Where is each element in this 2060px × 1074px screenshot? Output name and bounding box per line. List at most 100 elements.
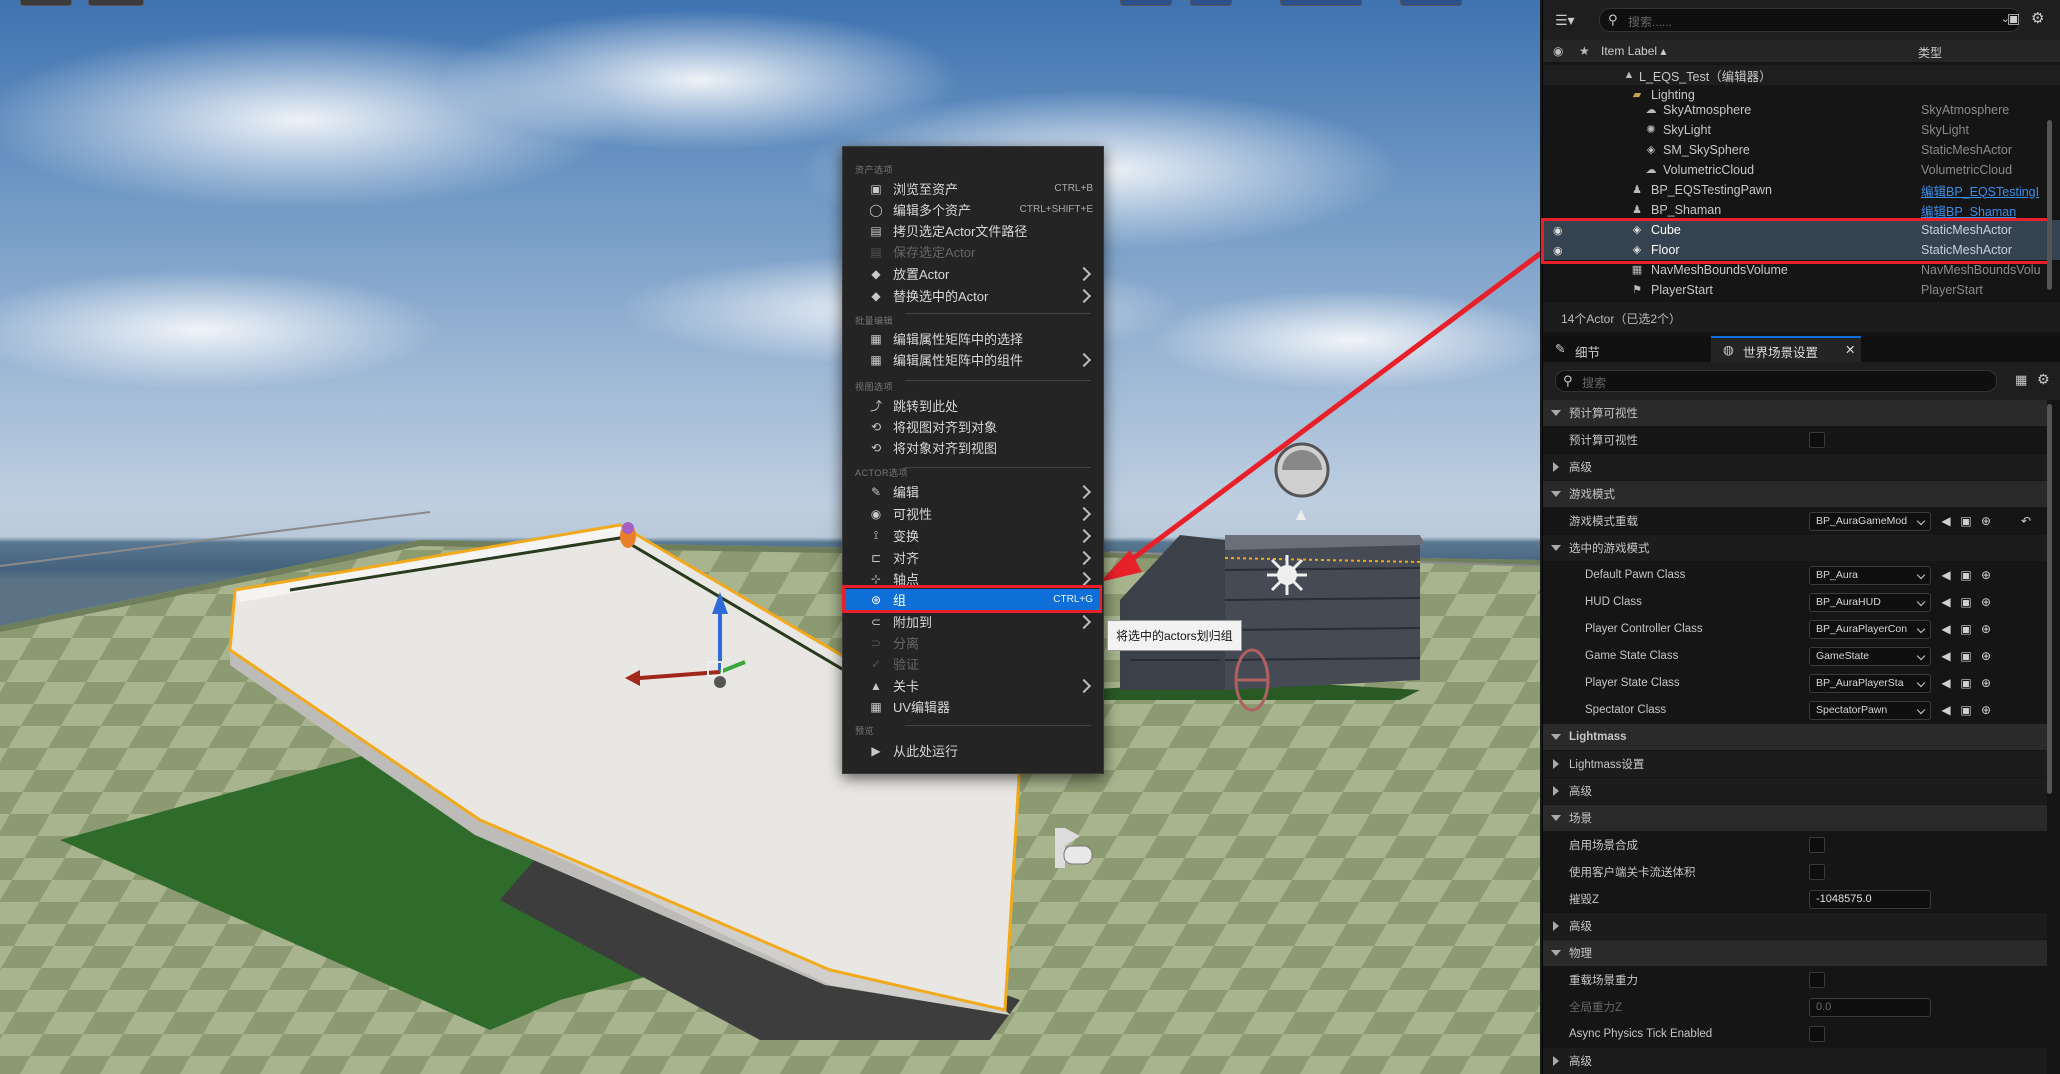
outliner-row-actor[interactable]: ◈ SM_SkySphere StaticMeshActor bbox=[1543, 140, 2060, 160]
use-selected-icon[interactable]: ◀ bbox=[1939, 514, 1953, 528]
section-actor-options: ACTOR选项 bbox=[855, 468, 908, 478]
filter-icon[interactable]: ☰▾ bbox=[1555, 12, 1575, 29]
table-view-icon[interactable]: ▦ bbox=[2015, 372, 2027, 388]
player-state-dropdown[interactable]: BP_AuraPlayerSta bbox=[1809, 673, 1931, 693]
category-game-mode[interactable]: 游戏模式 bbox=[1543, 481, 2047, 507]
level-viewport[interactable]: 资产选项 ▣ 浏览至资产 CTRL+B ◯ 编辑多个资产 CTRL+SHIFT+… bbox=[0, 0, 1540, 1074]
add-icon[interactable]: ⊕ bbox=[1979, 703, 1993, 717]
browse-icon[interactable]: ▣ bbox=[1959, 568, 1973, 582]
outliner-scrollbar[interactable] bbox=[2047, 120, 2052, 290]
use-selected-icon[interactable]: ◀ bbox=[1939, 649, 1953, 663]
subcategory-selected-game-mode[interactable]: 选中的游戏模式 bbox=[1543, 535, 2047, 561]
collapsed-advanced[interactable]: 高级 bbox=[1543, 913, 2047, 939]
outliner-row-actor[interactable]: ♟ BP_Shaman 编辑BP_Shaman bbox=[1543, 200, 2060, 220]
checkbox[interactable] bbox=[1809, 837, 1825, 853]
browse-icon[interactable]: ▣ bbox=[1959, 595, 1973, 609]
outliner-row-actor[interactable]: ⚑ PlayerStart PlayerStart bbox=[1543, 280, 2060, 300]
add-icon[interactable]: ⊕ bbox=[1979, 676, 1993, 690]
add-icon[interactable]: ⊕ bbox=[1979, 595, 1993, 609]
outliner-row-actor[interactable]: ♟ BP_EQSTestingPawn 编辑BP_EQSTestingI bbox=[1543, 180, 2060, 200]
close-icon[interactable]: ✕ bbox=[1845, 342, 1855, 357]
gravity-z-input[interactable]: 0.0 bbox=[1809, 997, 1931, 1017]
tab-world-settings[interactable]: ◍ 世界场景设置 ✕ bbox=[1711, 336, 1861, 362]
visibility-column-icon[interactable]: ◉ bbox=[1553, 44, 1563, 58]
property-game-mode-override: 游戏模式重载 BP_AuraGameMod ◀ ▣ ⊕ ↶ bbox=[1543, 508, 2047, 534]
menu-item-save-actor[interactable]: ▤ 保存选定Actor bbox=[845, 241, 1101, 262]
menu-item-level[interactable]: ▲ 关卡 bbox=[845, 675, 1101, 696]
menu-item-place-actor[interactable]: ◆ 放置Actor bbox=[845, 263, 1101, 284]
browse-icon[interactable]: ▣ bbox=[1959, 676, 1973, 690]
tab-details[interactable]: ✎ 细节 bbox=[1543, 336, 1693, 362]
outliner-row-actor[interactable]: ☁ VolumetricCloud VolumetricCloud bbox=[1543, 160, 2060, 180]
menu-item-validate[interactable]: ✓ 验证 bbox=[845, 653, 1101, 674]
cloud-icon: ☁ bbox=[1645, 164, 1657, 176]
category-world[interactable]: 场景 bbox=[1543, 805, 2047, 831]
menu-item-browse-to-asset[interactable]: ▣ 浏览至资产 CTRL+B bbox=[845, 178, 1101, 199]
outliner-row-actor[interactable]: ☁ SkyAtmosphere SkyAtmosphere bbox=[1543, 100, 2060, 120]
collapsed-advanced[interactable]: 高级 bbox=[1543, 778, 2047, 804]
pawn-class-dropdown[interactable]: BP_Aura bbox=[1809, 565, 1931, 585]
level-icon: ▲ bbox=[1623, 69, 1635, 81]
category-lightmass[interactable]: Lightmass bbox=[1543, 724, 2047, 750]
hud-class-dropdown[interactable]: BP_AuraHUD bbox=[1809, 592, 1931, 612]
collapsed-advanced[interactable]: 高级 bbox=[1543, 1048, 2047, 1074]
details-search-input[interactable]: ⚲ 搜索 bbox=[1555, 370, 1997, 392]
checkbox[interactable] bbox=[1809, 432, 1825, 448]
browse-icon[interactable]: ▣ bbox=[1959, 649, 1973, 663]
browse-icon[interactable]: ▣ bbox=[1959, 622, 1973, 636]
category-physics[interactable]: 物理 bbox=[1543, 940, 2047, 966]
checkbox[interactable] bbox=[1809, 972, 1825, 988]
controller-class-dropdown[interactable]: BP_AuraPlayerCon bbox=[1809, 619, 1931, 639]
spectator-class-dropdown[interactable]: SpectatorPawn bbox=[1809, 700, 1931, 720]
gear-icon[interactable]: ⚙ bbox=[2031, 9, 2044, 27]
use-selected-icon[interactable]: ◀ bbox=[1939, 676, 1953, 690]
menu-item-align[interactable]: ⊏ 对齐 bbox=[845, 547, 1101, 568]
menu-item-snap-object-to-view[interactable]: ⟲ 将对象对齐到视图 bbox=[845, 437, 1101, 458]
menu-item-copy-actor-path[interactable]: ▤ 拷贝选定Actor文件路径 bbox=[845, 220, 1101, 241]
menu-item-attach-to[interactable]: ⊂ 附加到 bbox=[845, 611, 1101, 632]
use-selected-icon[interactable]: ◀ bbox=[1939, 595, 1953, 609]
add-folder-icon[interactable]: ▣ bbox=[2007, 10, 2020, 27]
add-icon[interactable]: ⊕ bbox=[1979, 622, 1993, 636]
menu-item-edit-multiple-assets[interactable]: ◯ 编辑多个资产 CTRL+SHIFT+E bbox=[845, 199, 1101, 220]
outliner-search-input[interactable]: ⚲ 搜索...... ⌄ bbox=[1599, 8, 2021, 32]
menu-item-edit-matrix-selection[interactable]: ▦ 编辑属性矩阵中的选择 bbox=[845, 328, 1101, 349]
use-selected-icon[interactable]: ◀ bbox=[1939, 622, 1953, 636]
menu-item-snap-view-to-object[interactable]: ⟲ 将视图对齐到对象 bbox=[845, 416, 1101, 437]
outliner-row-level[interactable]: ▲ L_EQS_Test（编辑器） bbox=[1543, 65, 2060, 85]
checkbox[interactable] bbox=[1809, 1026, 1825, 1042]
collapsed-advanced[interactable]: 高级 bbox=[1543, 454, 2047, 480]
details-search-bar: ⚲ 搜索 ▦ ⚙ bbox=[1543, 362, 2060, 400]
menu-item-detach[interactable]: ⊃ 分离 bbox=[845, 632, 1101, 653]
column-item-label[interactable]: Item Label ▴ bbox=[1601, 44, 1666, 58]
expand-icon bbox=[1551, 815, 1561, 821]
menu-item-visibility[interactable]: ◉ 可视性 bbox=[845, 503, 1101, 524]
menu-item-replace-actor[interactable]: ◆ 替换选中的Actor bbox=[845, 285, 1101, 306]
menu-item-uv-editor[interactable]: ▦ UV编辑器 bbox=[845, 696, 1101, 717]
menu-item-play-from-here[interactable]: ▶ 从此处运行 bbox=[845, 740, 1101, 761]
menu-divider bbox=[905, 467, 1091, 468]
checkbox[interactable] bbox=[1809, 864, 1825, 880]
category-precomputed-visibility[interactable]: 预计算可视性 bbox=[1543, 400, 2047, 426]
collapsed-lightmass-settings[interactable]: Lightmass设置 bbox=[1543, 751, 2047, 777]
reset-icon[interactable]: ↶ bbox=[2019, 514, 2033, 528]
kill-z-input[interactable]: -1048575.0 bbox=[1809, 889, 1931, 909]
details-scrollbar[interactable] bbox=[2047, 404, 2052, 794]
menu-item-snap-here[interactable]: ⤴ 跳转到此处 bbox=[845, 395, 1101, 416]
add-icon[interactable]: ⊕ bbox=[1979, 568, 1993, 582]
use-selected-icon[interactable]: ◀ bbox=[1939, 568, 1953, 582]
use-selected-icon[interactable]: ◀ bbox=[1939, 703, 1953, 717]
add-icon[interactable]: ⊕ bbox=[1979, 514, 1993, 528]
game-state-dropdown[interactable]: GameState bbox=[1809, 646, 1931, 666]
star-icon[interactable]: ★ bbox=[1579, 44, 1590, 58]
browse-icon[interactable]: ▣ bbox=[1959, 514, 1973, 528]
menu-item-transform[interactable]: ⟟ 变换 bbox=[845, 525, 1101, 546]
game-mode-dropdown[interactable]: BP_AuraGameMod bbox=[1809, 511, 1931, 531]
menu-item-edit[interactable]: ✎ 编辑 bbox=[845, 481, 1101, 502]
gear-icon[interactable]: ⚙ bbox=[2037, 371, 2050, 388]
add-icon[interactable]: ⊕ bbox=[1979, 649, 1993, 663]
browse-icon[interactable]: ▣ bbox=[1959, 703, 1973, 717]
column-type[interactable]: 类型 bbox=[1918, 44, 1942, 61]
outliner-row-actor[interactable]: ✺ SkyLight SkyLight bbox=[1543, 120, 2060, 140]
menu-item-edit-matrix-components[interactable]: ▦ 编辑属性矩阵中的组件 bbox=[845, 349, 1101, 370]
